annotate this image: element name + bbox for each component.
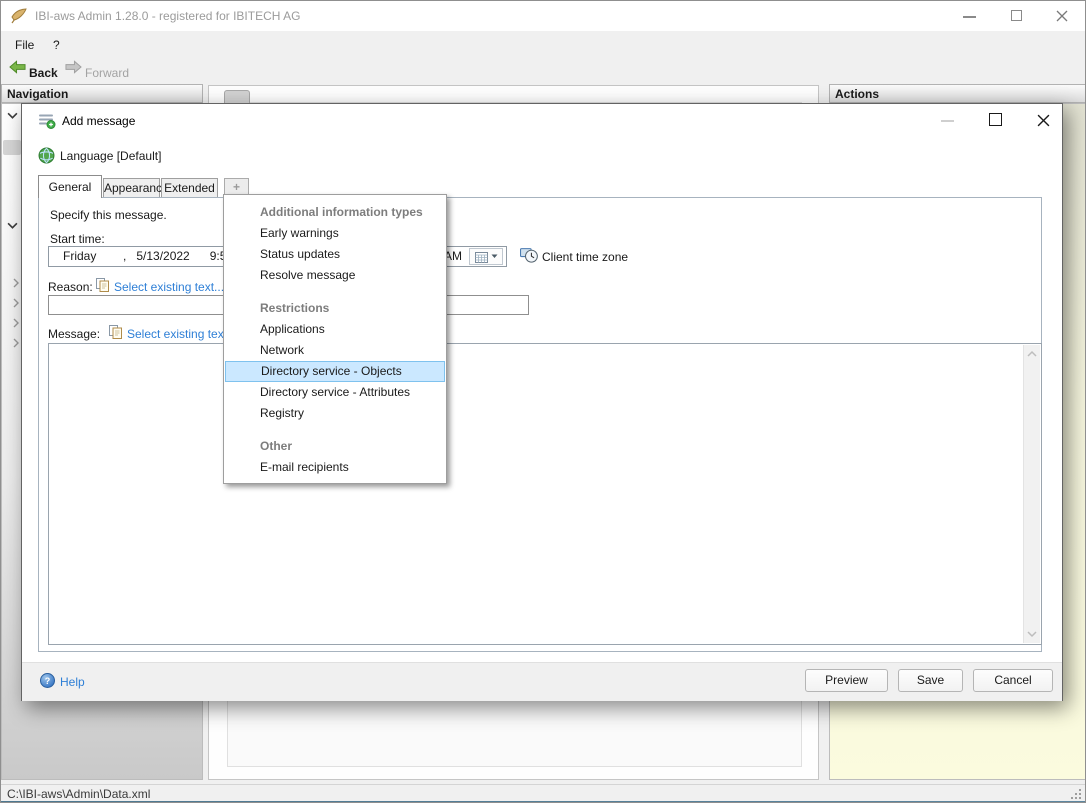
save-button[interactable]: Save <box>898 669 963 692</box>
menu-separator <box>224 286 446 298</box>
message-text <box>49 344 1041 350</box>
tree-chevron-collapsed-icon[interactable] <box>13 298 19 308</box>
tab-extended[interactable]: Extended <box>161 178 218 198</box>
navigation-panel-header: Navigation <box>1 84 203 103</box>
copy-text-icon <box>96 278 109 292</box>
tree-chevron-collapsed-icon[interactable] <box>13 278 19 288</box>
menu-separator <box>224 424 446 436</box>
help-icon[interactable]: ? <box>40 673 55 688</box>
client-time-zone-icon <box>520 247 538 263</box>
app-window: IBI-aws Admin 1.28.0 - registered for IB… <box>0 0 1086 803</box>
menu-header-restrictions: Restrictions <box>224 298 446 319</box>
resize-grip-icon[interactable] <box>1071 789 1081 799</box>
maximize-button[interactable] <box>1001 1 1033 31</box>
menu-toolbar-area: File ? Back Forward <box>1 31 1085 81</box>
menu-header-additional-information-types: Additional information types <box>224 202 446 223</box>
dialog-close-icon <box>1037 114 1050 127</box>
back-icon <box>9 60 26 74</box>
status-path: C:\IBI-aws\Admin\Data.xml <box>7 786 150 802</box>
menu-item-directory-service-attributes[interactable]: Directory service - Attributes <box>224 382 446 403</box>
dialog-title: Add message <box>62 112 135 130</box>
title-bar: IBI-aws Admin 1.28.0 - registered for IB… <box>1 1 1085 31</box>
calendar-dropdown-button[interactable] <box>469 248 503 265</box>
minimize-icon <box>963 16 976 18</box>
forward-button[interactable]: Forward <box>63 56 133 78</box>
menu-item-email-recipients[interactable]: E-mail recipients <box>224 457 446 478</box>
language-label: Language [Default] <box>60 149 161 163</box>
copy-text-icon <box>109 325 122 339</box>
language-globe-icon <box>38 147 55 164</box>
reason-label: Reason: <box>48 280 93 294</box>
status-bar: C:\IBI-aws\Admin\Data.xml <box>1 784 1085 801</box>
menu-item-resolve-message[interactable]: Resolve message <box>224 265 446 286</box>
tab-appearance[interactable]: Appearance <box>103 178 160 198</box>
tree-chevron-expanded-icon[interactable] <box>7 112 18 119</box>
menu-header-other: Other <box>224 436 446 457</box>
svg-text:?: ? <box>45 676 51 686</box>
preview-button[interactable]: Preview <box>805 669 888 692</box>
tree-chevron-collapsed-icon[interactable] <box>13 338 19 348</box>
menu-item-status-updates[interactable]: Status updates <box>224 244 446 265</box>
actions-title: Actions <box>835 87 879 101</box>
maximize-icon <box>1011 10 1022 21</box>
cancel-button[interactable]: Cancel <box>973 669 1053 692</box>
back-button[interactable]: Back <box>7 56 59 78</box>
tab-general[interactable]: General <box>38 175 102 198</box>
close-icon <box>1056 10 1068 22</box>
add-message-dialog: Add message Language [Default] General A… <box>21 103 1063 701</box>
tree-chevron-expanded-icon[interactable] <box>7 222 18 229</box>
reason-select-existing-link[interactable]: Select existing text... <box>114 280 224 294</box>
scroll-up-icon[interactable] <box>1026 348 1038 360</box>
back-label: Back <box>29 65 58 81</box>
menu-item-applications[interactable]: Applications <box>224 319 446 340</box>
information-type-dropdown-menu: Additional information types Early warni… <box>223 194 447 484</box>
message-scrollbar[interactable] <box>1023 345 1040 643</box>
dialog-close-button[interactable] <box>1028 106 1060 134</box>
calendar-icon <box>475 251 488 263</box>
forward-icon <box>65 60 82 74</box>
dialog-maximize-button[interactable] <box>980 106 1010 134</box>
dialog-minimize-button[interactable] <box>932 106 962 134</box>
start-time-label: Start time: <box>50 232 105 246</box>
close-button[interactable] <box>1047 1 1079 31</box>
tree-chevron-collapsed-icon[interactable] <box>13 318 19 328</box>
window-title: IBI-aws Admin 1.28.0 - registered for IB… <box>35 1 300 31</box>
menu-item-network[interactable]: Network <box>224 340 446 361</box>
client-time-zone-label: Client time zone <box>542 250 628 264</box>
chevron-down-icon <box>491 254 498 259</box>
add-message-icon <box>38 113 56 129</box>
scroll-down-icon[interactable] <box>1026 628 1038 640</box>
navigation-title: Navigation <box>7 87 68 101</box>
menu-help[interactable]: ? <box>47 35 66 55</box>
app-icon <box>11 8 27 24</box>
instruction-text: Specify this message. <box>50 208 167 222</box>
tree-selected-node[interactable] <box>3 140 21 155</box>
help-link[interactable]: Help <box>60 675 85 689</box>
menu-file[interactable]: File <box>9 35 40 55</box>
minimize-button[interactable] <box>953 1 985 31</box>
dialog-footer: ? Help Preview Save Cancel <box>22 662 1062 701</box>
dialog-minimize-icon <box>941 120 954 122</box>
menu-item-directory-service-objects[interactable]: Directory service - Objects <box>225 361 445 382</box>
menu-item-early-warnings[interactable]: Early warnings <box>224 223 446 244</box>
message-textarea[interactable] <box>48 343 1042 645</box>
dialog-maximize-icon <box>989 113 1002 126</box>
forward-label: Forward <box>85 65 129 81</box>
actions-panel-header: Actions <box>829 84 1086 103</box>
message-label: Message: <box>48 327 100 341</box>
menu-item-registry[interactable]: Registry <box>224 403 446 424</box>
message-select-existing-link[interactable]: Select existing text... <box>127 327 237 341</box>
